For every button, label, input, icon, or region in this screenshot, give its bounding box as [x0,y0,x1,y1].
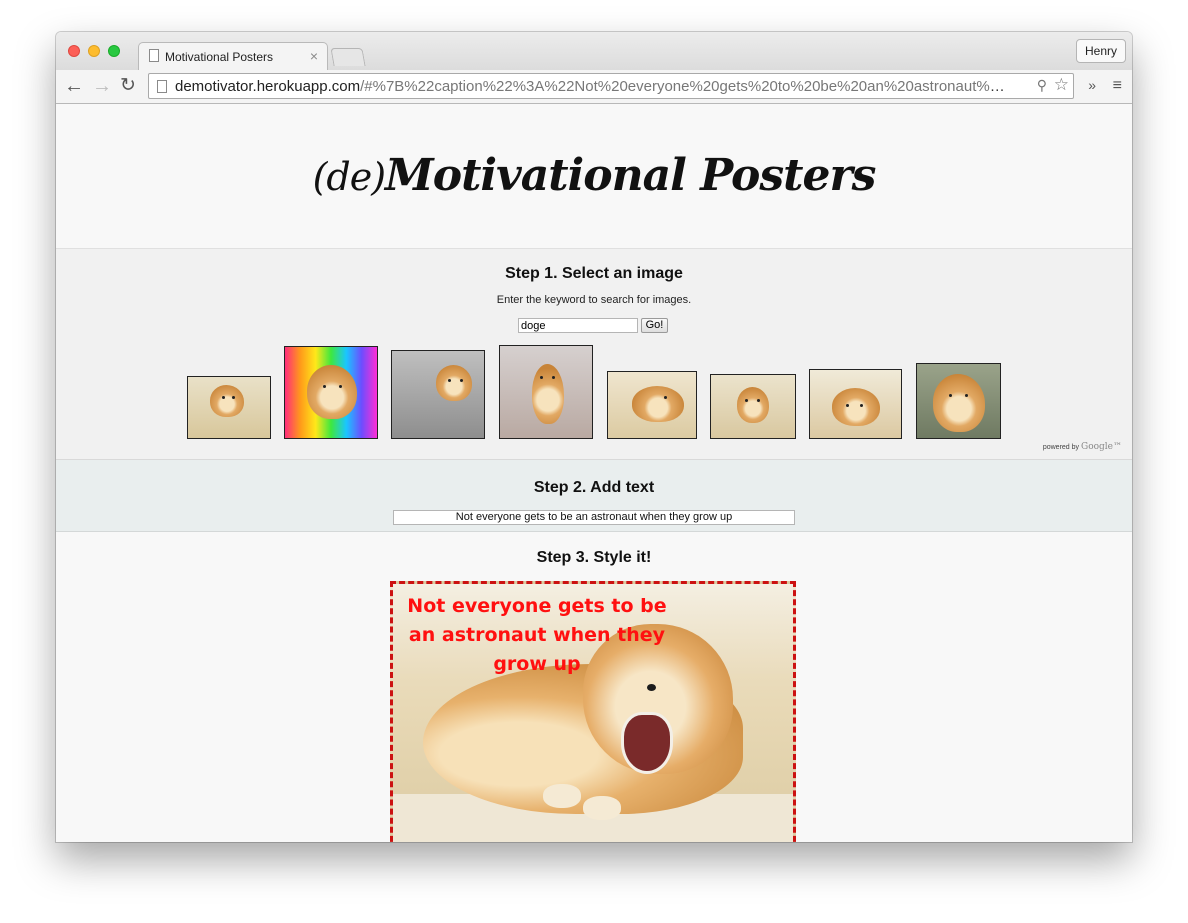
thumbnail-doge-much-wow[interactable] [391,350,485,439]
thumbnail-doge-rainbow[interactable] [284,346,378,439]
poster-caption-text[interactable]: Not everyone gets to be an astronaut whe… [403,592,671,679]
poster-dog-paw [543,784,581,808]
forward-arrow-icon[interactable]: → [92,75,112,97]
poster-dog-eye [647,684,656,691]
step2-section: Step 2. Add text Not everyone gets to be… [56,460,1132,532]
step1-title: Step 1. Select an image [505,265,683,282]
page-info-icon[interactable] [157,80,167,93]
thumbnail-doge-hat[interactable] [499,345,593,439]
reload-icon[interactable]: ↻ [120,75,136,97]
site-header: (de)Motivational Posters [56,104,1132,248]
step3-title: Step 3. Style it! [536,549,652,566]
poster-preview[interactable]: Not everyone gets to be an astronaut whe… [390,581,796,842]
minimize-window-icon[interactable] [88,45,100,57]
browser-window: Motivational Posters × Henry ← → ↻ demot… [56,32,1132,842]
keyword-search-input[interactable] [518,318,638,333]
bookmark-star-icon[interactable]: ☆ [1054,75,1069,95]
step3-section: Step 3. Style it! Not everyone gets to b… [56,532,1132,842]
site-title: (de)Motivational Posters [56,150,1132,201]
address-bar[interactable]: demotivator.herokuapp.com/#%7B%22caption… [148,73,1132,842]
url-path: /#%7B%22caption%22%3A%22Not%20everyone%2… [360,78,1005,95]
new-tab-button[interactable] [330,48,366,66]
thumbnail-doge-couch[interactable] [187,376,271,439]
url-host: demotivator.herokuapp.com [175,78,361,95]
powered-by-label: powered by [1042,444,1080,451]
profile-button[interactable]: Henry [1075,39,1126,63]
thumbnail-doge-smile[interactable] [916,363,1001,439]
step2-title: Step 2. Add text [533,479,655,496]
back-arrow-icon[interactable]: ← [64,75,84,97]
site-title-main: Motivational Posters [385,150,876,201]
zoom-window-icon[interactable] [108,45,120,57]
url-text[interactable]: demotivator.herokuapp.com/#%7B%22caption… [175,78,1005,95]
zoom-search-icon[interactable]: ⚲ [1037,77,1047,94]
tab-close-icon[interactable]: × [310,48,318,64]
poster-dog-mouth [621,712,673,774]
poster-dog-paw [583,796,621,820]
powered-by-google: powered by Google™ [1043,442,1122,452]
go-button[interactable]: Go! [641,318,668,333]
page-content: (de)Motivational Posters Step 1. Select … [56,104,1132,842]
thumbnail-doge-yell[interactable] [607,371,697,439]
close-window-icon[interactable] [68,45,80,57]
caption-input[interactable]: Not everyone gets to be an astronaut whe… [393,510,795,525]
page-icon [149,49,159,62]
menu-icon[interactable]: ≡ [1113,77,1122,95]
site-title-prefix: (de) [312,155,386,199]
step1-helper-text: Enter the keyword to search for images. [496,294,692,306]
thumbnail-doge-petted[interactable] [809,369,902,439]
tab-title: Motivational Posters [165,50,274,64]
tab-motivational-posters[interactable]: Motivational Posters × [138,42,328,70]
extensions-overflow-icon[interactable]: » [1088,77,1096,93]
thumbnail-doge-bowtie[interactable] [710,374,796,439]
step1-section: Step 1. Select an image Enter the keywor… [56,248,1132,460]
google-logo: Google™ [1081,442,1122,452]
browser-toolbar: ← → ↻ demotivator.herokuapp.com/#%7B%22c… [56,70,1132,842]
tab-strip: Motivational Posters × Henry [56,32,1132,70]
